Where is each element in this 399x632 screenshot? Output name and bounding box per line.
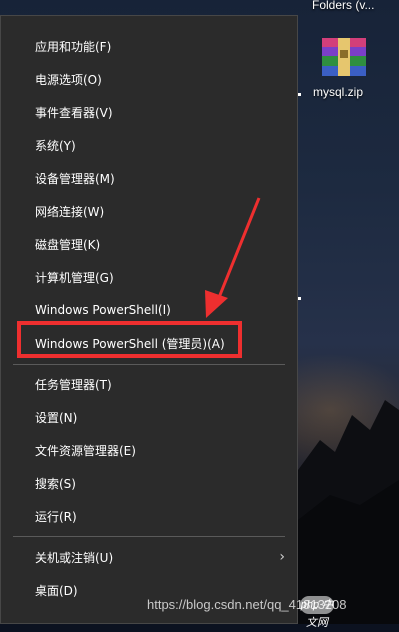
menu-item-label: 设置(N)	[35, 410, 78, 425]
menu-item-settings[interactable]: 设置(N)	[1, 402, 297, 432]
menu-item-label: 事件查看器(V)	[35, 105, 113, 120]
menu-item-power-options[interactable]: 电源选项(O)	[1, 64, 297, 94]
chevron-right-icon: ›	[279, 549, 285, 565]
menu-item-label: 应用和功能(F)	[35, 39, 112, 54]
watermark-logo: php 中文网	[300, 596, 334, 629]
menu-item-event-viewer[interactable]: 事件查看器(V)	[1, 97, 297, 127]
desktop-dot	[298, 93, 301, 96]
menu-item-network-connections[interactable]: 网络连接(W)	[1, 196, 297, 226]
winx-context-menu: 应用和功能(F) 电源选项(O) 事件查看器(V) 系统(Y) 设备管理器(M)…	[0, 15, 298, 624]
menu-item-computer-management[interactable]: 计算机管理(G)	[1, 262, 297, 292]
menu-item-label: 桌面(D)	[35, 583, 78, 598]
desktop-folder-label[interactable]: Folders (v...	[312, 0, 374, 12]
menu-item-shutdown-signout[interactable]: 关机或注销(U) ›	[1, 542, 297, 572]
menu-item-label: Windows PowerShell(I)	[35, 303, 171, 317]
menu-item-label: 任务管理器(T)	[35, 377, 112, 392]
menu-item-apps-features[interactable]: 应用和功能(F)	[1, 31, 297, 61]
menu-item-label: 磁盘管理(K)	[35, 237, 101, 252]
winrar-archive-icon[interactable]	[318, 36, 370, 78]
menu-item-task-manager[interactable]: 任务管理器(T)	[1, 369, 297, 399]
menu-item-label: 网络连接(W)	[35, 204, 105, 219]
menu-item-system[interactable]: 系统(Y)	[1, 130, 297, 160]
menu-item-label: 设备管理器(M)	[35, 171, 115, 186]
menu-item-label: 搜索(S)	[35, 476, 76, 491]
annotation-highlight-box	[17, 321, 242, 358]
desktop-dot	[298, 297, 301, 300]
menu-item-file-explorer[interactable]: 文件资源管理器(E)	[1, 435, 297, 465]
menu-separator	[13, 364, 285, 365]
menu-item-run[interactable]: 运行(R)	[1, 501, 297, 531]
menu-item-disk-management[interactable]: 磁盘管理(K)	[1, 229, 297, 259]
desktop-file-label[interactable]: mysql.zip	[313, 85, 363, 99]
menu-separator	[13, 536, 285, 537]
menu-item-label: 关机或注销(U)	[35, 550, 114, 565]
menu-item-device-manager[interactable]: 设备管理器(M)	[1, 163, 297, 193]
menu-item-label: 系统(Y)	[35, 138, 76, 153]
menu-item-label: 文件资源管理器(E)	[35, 443, 136, 458]
menu-item-label: 计算机管理(G)	[35, 270, 114, 285]
menu-item-label: 运行(R)	[35, 509, 77, 524]
menu-item-label: 电源选项(O)	[35, 72, 102, 87]
menu-item-search[interactable]: 搜索(S)	[1, 468, 297, 498]
